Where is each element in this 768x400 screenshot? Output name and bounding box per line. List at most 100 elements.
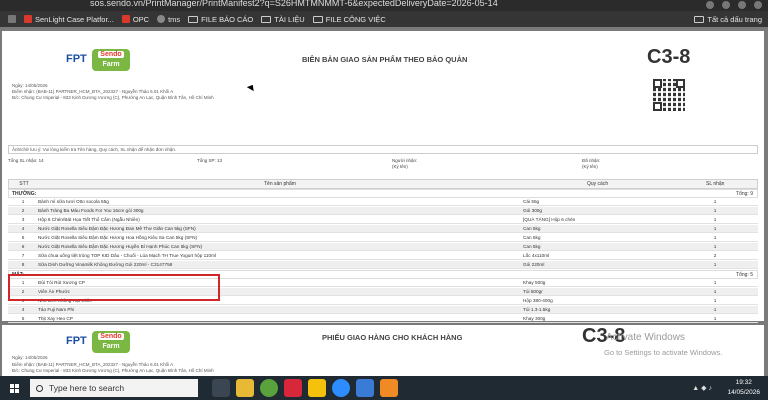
logo-brand: FPT bbox=[66, 53, 87, 65]
second-address: Đ/c: Chung Cư Imperial - 833 Kinh Dương … bbox=[12, 368, 214, 373]
bookmark-tai-lieu[interactable]: TÀI LIỆU bbox=[261, 14, 305, 24]
search-icon bbox=[36, 384, 43, 392]
system-tray-icons[interactable]: ▲ ◆ ♪ bbox=[692, 384, 712, 392]
start-button[interactable] bbox=[4, 376, 24, 400]
cell-qty: 1 bbox=[713, 298, 717, 303]
clock[interactable]: 19:32 14/05/2026 bbox=[727, 378, 760, 398]
cell-spec: Can 5kg bbox=[523, 244, 541, 249]
url-text[interactable]: sos.sendo.vn/PrintManager/PrintManifest2… bbox=[90, 0, 498, 9]
cell-spec: Khay 500g bbox=[523, 280, 546, 285]
cell-name: Táo Fuji Nam Phi bbox=[38, 307, 75, 312]
folder-icon bbox=[312, 15, 323, 23]
cell-stt: 8 bbox=[21, 262, 25, 267]
apps-grid-icon bbox=[8, 15, 16, 23]
cell-name: Bánh mì sữa tươi Otto socola 55g bbox=[38, 199, 109, 204]
route-code: C3-8 bbox=[647, 46, 691, 68]
table-row: 3 Hộp 6 Chén/Bát Họa Tiết Thổ Cẩm (Ngẫu N… bbox=[8, 216, 758, 225]
note-bar: Ảnh/chữ lưu ý: Vui lòng kiểm tra Tên hàn… bbox=[8, 145, 758, 154]
cell-spec: Gói 220ml bbox=[523, 262, 545, 267]
table-row: 8 Sữa Dinh Dưỡng Vinamilk Không Đường Gói… bbox=[8, 261, 758, 270]
folder-icon bbox=[694, 15, 705, 23]
col-qty: SL nhận bbox=[706, 181, 725, 187]
activation-watermark-sub: Go to Settings to activate Windows. bbox=[604, 348, 723, 357]
table-row: 7 Sữa chua uống tiệt trùng TOP KID Dâu - … bbox=[8, 252, 758, 261]
table-row: 1 Bánh mì sữa tươi Otto socola 55g Cái 55g… bbox=[8, 198, 758, 207]
bookmark-senlight[interactable]: SenLight Case Platfor... bbox=[24, 15, 114, 24]
table-row: 2 Bánh Tráng Ba Màu Foods For You 16cm gó… bbox=[8, 207, 758, 216]
bookmark-tms[interactable]: tms bbox=[157, 15, 180, 24]
windows-logo-icon bbox=[9, 383, 19, 393]
bookmark-apps[interactable] bbox=[8, 15, 16, 23]
table-row: 4 Táo Fuji Nam Phi Túi 1.3-1.5kg 1 bbox=[8, 306, 758, 315]
table-row: 5 Thịt Xay Heo CP Khay 300g 1 bbox=[8, 315, 758, 324]
bookmark-star-icon[interactable] bbox=[722, 1, 730, 9]
cell-spec: Hộp 380-400g bbox=[523, 298, 553, 303]
all-bookmarks[interactable]: Tất cả dấu trang bbox=[694, 15, 762, 24]
extension-icon[interactable] bbox=[738, 1, 746, 9]
print-preview-viewport[interactable]: FPT Sendo Farm BIÊN BẢN GIAO SẢN PHẨM TH… bbox=[0, 27, 768, 376]
bookmark-file-cong-viec[interactable]: FILE CÔNG VIỆC bbox=[312, 15, 386, 24]
cell-stt: 1 bbox=[21, 199, 25, 204]
receiver-sign: (Ký tên) bbox=[392, 164, 408, 169]
task-view-icon[interactable] bbox=[212, 379, 230, 397]
bookmark-label: TÀI LIỆU bbox=[274, 14, 305, 24]
cell-qty: 2 bbox=[713, 253, 717, 258]
group-header: THƯỜNG: Tổng: 9 bbox=[8, 189, 758, 198]
group-total: Tổng: 9 bbox=[736, 191, 753, 197]
total-products: Tổng SP: 13 bbox=[197, 158, 223, 163]
pickup-point: Điểm nhận: (BAB-11) PARTNER_HCM_BTA_2023… bbox=[12, 89, 174, 94]
cell-spec: [QUÀ TẶNG] Hộp 6 chén bbox=[523, 217, 576, 222]
logo-line1: Sendo bbox=[98, 333, 124, 340]
profile-icon[interactable] bbox=[754, 1, 762, 9]
app-icon[interactable] bbox=[356, 379, 374, 397]
cell-qty: 1 bbox=[713, 307, 717, 312]
app-orange-icon[interactable] bbox=[380, 379, 398, 397]
second-title: PHIẾU GIAO HÀNG CHO KHÁCH HÀNG bbox=[322, 333, 463, 342]
doc-date: Ngày: 14/05/2026 bbox=[12, 83, 48, 88]
file-explorer-icon[interactable] bbox=[236, 379, 254, 397]
cell-spec: Gói 300g bbox=[523, 208, 543, 213]
pickup-address: Đ/c: Chung Cư Imperial - 833 Kinh Dương … bbox=[12, 95, 214, 100]
cell-spec: Lốc 4x110ml bbox=[523, 253, 550, 258]
cell-stt: 7 bbox=[21, 253, 25, 258]
logo-line2: Farm bbox=[102, 343, 120, 350]
clock-date: 14/05/2026 bbox=[727, 389, 760, 396]
table-row: 4 Nước Giặt Rosella Siêu Đậm Đặc Hương Đa… bbox=[8, 225, 758, 234]
second-pickup: Điểm nhận: (BAB-11) PARTNER_HCM_BTA_2023… bbox=[12, 362, 174, 367]
bookmark-label: FILE BÁO CÁO bbox=[201, 14, 254, 24]
cell-name: Hộp 6 Chén/Bát Họa Tiết Thổ Cẩm (Ngẫu Nh… bbox=[38, 217, 140, 222]
bookmark-label: OPC bbox=[132, 14, 150, 24]
cell-name: Thịt Xay Heo CP bbox=[38, 316, 73, 321]
cell-qty: 1 bbox=[713, 226, 717, 231]
cell-qty: 1 bbox=[713, 244, 717, 249]
address-bar[interactable]: sos.sendo.vn/PrintManager/PrintManifest2… bbox=[0, 0, 768, 11]
sendo-farm-badge: Sendo Farm bbox=[92, 331, 130, 353]
col-name: Tên sản phẩm bbox=[264, 181, 296, 187]
table-row: 6 Nước Giặt Rosella Siêu Đậm Đặc Hương Hu… bbox=[8, 243, 758, 252]
document-title: BIÊN BẢN GIAO SẢN PHẨM THEO BẢO QUẢN bbox=[302, 55, 468, 64]
tms-icon bbox=[157, 15, 166, 23]
senlight-icon bbox=[24, 15, 32, 23]
bookmark-opc[interactable]: OPC bbox=[121, 14, 150, 24]
col-stt: STT bbox=[19, 181, 29, 187]
cell-stt: 2 bbox=[21, 208, 25, 213]
sticky-notes-icon[interactable] bbox=[308, 379, 326, 397]
activation-watermark: Activate Windows bbox=[606, 332, 685, 343]
wps-office-icon[interactable] bbox=[284, 379, 302, 397]
cell-name: Nước Giặt Rosella Siêu Đậm Đặc Hương Đan… bbox=[38, 226, 196, 231]
total-received: Tổng SL nhận: 14 bbox=[8, 158, 44, 163]
cell-name: Bánh Tráng Ba Màu Foods For You 16cm gói… bbox=[38, 208, 144, 213]
translate-icon[interactable] bbox=[706, 1, 714, 9]
cell-spec: Túi 500gr bbox=[523, 289, 543, 294]
chrome-icon[interactable] bbox=[260, 379, 278, 397]
deliverer-label: Đã nhận: bbox=[582, 158, 601, 163]
taskbar-search[interactable]: Type here to search bbox=[30, 379, 198, 397]
bookmark-file-bao-cao[interactable]: FILE BÁO CÁO bbox=[188, 15, 253, 24]
cell-spec: Can 5kg bbox=[523, 226, 541, 231]
cell-stt: 5 bbox=[21, 316, 25, 321]
cell-name: Nước Giặt Rosella Siêu Đậm Đặc Hương Huy… bbox=[38, 244, 203, 249]
zalo-icon[interactable] bbox=[332, 379, 350, 397]
cell-spec: Can 5kg bbox=[523, 235, 541, 240]
search-placeholder: Type here to search bbox=[49, 383, 125, 393]
cell-spec: Cái 55g bbox=[523, 199, 540, 204]
